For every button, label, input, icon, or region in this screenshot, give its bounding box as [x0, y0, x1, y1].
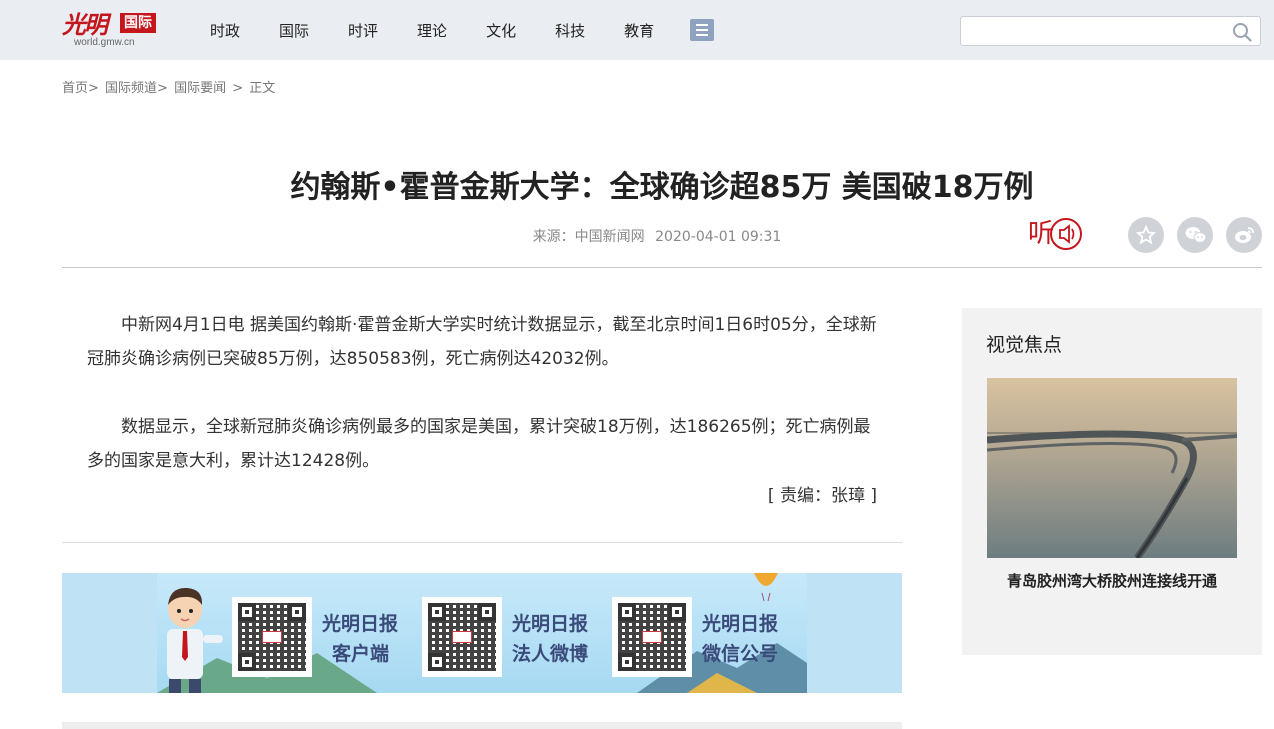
bridge-photo[interactable] — [987, 378, 1237, 558]
nav-item-commentary[interactable]: 时评 — [348, 20, 378, 41]
search-box — [960, 16, 1261, 46]
nav-item-politics[interactable]: 时政 — [210, 20, 240, 41]
breadcrumb-section[interactable]: 国际要闻 — [174, 81, 226, 96]
favorite-button[interactable] — [1128, 217, 1164, 253]
breadcrumb: 首页> 国际频道> 国际要闻 > 正文 — [62, 77, 277, 96]
qr-label-line2: 法人微博 — [512, 643, 589, 665]
list-menu-icon[interactable] — [690, 19, 715, 41]
star-icon — [1136, 225, 1156, 245]
nav-item-international[interactable]: 国际 — [279, 20, 309, 41]
app-promo-banner[interactable]: 光明日报 客户端 光明日报 法人微博 光明日报 微信公号 — [62, 573, 902, 693]
nav-item-theory[interactable]: 理论 — [417, 20, 447, 41]
next-section-strip — [62, 722, 902, 729]
qr-code-client — [232, 597, 312, 677]
qr-label-line2: 微信公号 — [702, 643, 779, 665]
breadcrumb-home[interactable]: 首页> — [62, 81, 99, 96]
top-navigation-bar: 光明 国际 world.gmw.cn 时政 国际 时评 理论 文化 科技 教育 — [0, 0, 1274, 60]
qr-label-client: 光明日报 客户端 — [322, 609, 398, 669]
article-title: 约翰斯•霍普金斯大学：全球确诊超85万 美国破18万例 — [290, 170, 1034, 205]
wechat-icon — [1185, 227, 1207, 243]
qr-label-line1: 光明日报 — [702, 613, 779, 635]
visual-focus-sidebar: 视觉焦点 青岛胶州湾大桥胶州连接线开通 — [962, 308, 1262, 655]
qr-label-wechat: 光明日报 微信公号 — [702, 609, 778, 669]
cartoon-person-illustration — [167, 587, 223, 693]
nav-item-culture[interactable]: 文化 — [486, 20, 516, 41]
nav-item-tech[interactable]: 科技 — [555, 20, 585, 41]
article-datetime: 2020-04-01 09:31 — [655, 229, 782, 245]
logo-badge: 国际 — [120, 13, 156, 33]
qr-label-weibo: 光明日报 法人微博 — [512, 609, 588, 669]
body-divider — [62, 542, 902, 543]
weibo-icon — [1235, 227, 1254, 243]
breadcrumb-channel[interactable]: 国际频道> — [105, 81, 168, 96]
qr-label-line1: 光明日报 — [512, 613, 589, 635]
article-paragraph: 数据显示，全球新冠肺炎确诊病例最多的国家是美国，累计突破18万例，达186265… — [87, 417, 871, 471]
breadcrumb-separator: > — [232, 81, 244, 96]
title-divider — [62, 267, 1262, 268]
search-input[interactable] — [961, 17, 1221, 45]
nav-item-education[interactable]: 教育 — [624, 20, 654, 41]
listen-button[interactable]: 听 — [1028, 214, 1084, 254]
wechat-share-button[interactable] — [1177, 217, 1213, 253]
sidebar-title: 视觉焦点 — [986, 334, 1063, 356]
logo-url: world.gmw.cn — [74, 37, 135, 48]
article-paragraph: 中新网4月1日电 据美国约翰斯·霍普金斯大学实时统计数据显示，截至北京时间1日6… — [87, 315, 877, 369]
article-source: 来源：中国新闻网 — [532, 229, 645, 245]
qr-label-line2: 客户端 — [332, 643, 390, 665]
weibo-share-button[interactable] — [1226, 217, 1262, 253]
main-nav: 时政 国际 时评 理论 文化 科技 教育 — [210, 0, 715, 60]
qr-code-weibo — [422, 597, 502, 677]
qr-label-line1: 光明日报 — [322, 613, 399, 635]
sidebar-photo-caption[interactable]: 青岛胶州湾大桥胶州连接线开通 — [987, 570, 1237, 591]
article-editor: [ 责编：张璋 ] — [767, 486, 877, 506]
logo-script-text: 光明 — [62, 10, 108, 39]
site-logo[interactable]: 光明 国际 world.gmw.cn — [62, 5, 162, 51]
qr-code-wechat — [612, 597, 692, 677]
breadcrumb-current: 正文 — [249, 81, 276, 96]
balloon-decoration — [754, 573, 778, 602]
search-icon[interactable] — [1232, 22, 1252, 42]
